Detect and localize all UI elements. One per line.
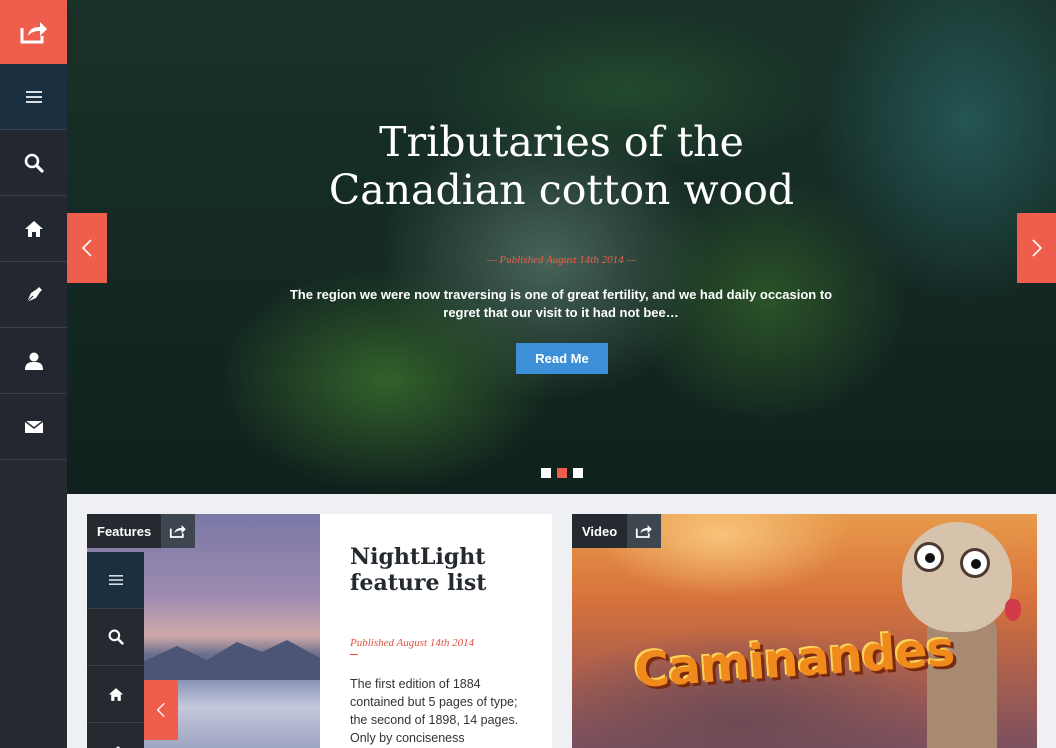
chevron-right-icon (1032, 239, 1043, 257)
share-icon (170, 525, 187, 538)
hero-slider: Tributaries of the Canadian cotton wood … (67, 0, 1056, 494)
home-icon (108, 687, 123, 701)
features-card-image[interactable] (87, 514, 320, 748)
chevron-left-icon (156, 702, 165, 718)
search-icon (108, 629, 124, 645)
divider (350, 654, 358, 655)
features-card-title[interactable]: NightLight feature list (350, 544, 530, 596)
menu-icon (108, 575, 123, 585)
sidebar-item-menu[interactable] (0, 64, 67, 130)
llama-eye-right (960, 548, 990, 578)
pen-nib-icon (115, 746, 120, 748)
features-share-button[interactable] (161, 514, 196, 548)
sidebar-item-user[interactable] (0, 328, 67, 394)
user-icon (24, 352, 43, 370)
hero-title[interactable]: Tributaries of the Canadian cotton wood (67, 118, 1056, 214)
llama-head (902, 522, 1012, 632)
hero-excerpt: The region we were now traversing is one… (289, 287, 833, 320)
video-tag-label[interactable]: Video (572, 514, 628, 548)
mini-sidebar (87, 552, 144, 748)
chevron-left-icon (81, 239, 92, 257)
pen-nib-icon (26, 286, 42, 302)
hero-title-line1: Tributaries of the (379, 118, 744, 166)
features-tag: Features (87, 514, 196, 548)
search-icon (24, 153, 44, 173)
share-icon (20, 22, 47, 44)
features-title-line2: feature list (350, 570, 487, 596)
sidebar-item-pen[interactable] (0, 262, 67, 328)
mail-icon (24, 419, 43, 433)
mini-home-button[interactable] (87, 666, 144, 723)
slider-dot-2[interactable] (557, 468, 567, 478)
features-card-text: The first edition of 1884 contained but … (350, 677, 519, 745)
video-share-button[interactable] (627, 514, 662, 548)
slider-next-button[interactable] (1017, 213, 1056, 283)
hero-background-image (67, 0, 1056, 494)
features-title-line1: NightLight (350, 544, 486, 570)
sidebar (0, 0, 67, 748)
sidebar-item-search[interactable] (0, 130, 67, 196)
hero-published-date: — Published August 14th 2014 — (486, 254, 637, 266)
llama-eye-left (914, 542, 944, 572)
sidebar-item-mail[interactable] (0, 394, 67, 460)
features-published-text: Published August 14th 2014 (350, 637, 475, 649)
home-icon (24, 220, 43, 237)
slider-dot-3[interactable] (573, 468, 583, 478)
mini-search-button[interactable] (87, 609, 144, 666)
video-tag: Video (572, 514, 662, 548)
features-card-body: NightLight feature list Published August… (350, 544, 530, 747)
slider-pagination (541, 468, 583, 478)
sidebar-item-home[interactable] (0, 196, 67, 262)
features-card: Features NightLight feature list Publish… (87, 514, 552, 748)
mini-prev-button[interactable] (144, 680, 178, 740)
slider-dot-1[interactable] (541, 468, 551, 478)
read-me-button[interactable]: Read Me (516, 343, 608, 374)
menu-icon (25, 90, 42, 103)
share-button[interactable] (0, 0, 67, 64)
hero-title-line2: Canadian cotton wood (328, 166, 795, 214)
mini-pen-button[interactable] (87, 723, 144, 748)
mini-menu-button[interactable] (87, 552, 144, 609)
share-icon (636, 525, 652, 538)
llama-tongue (1005, 599, 1021, 621)
video-card[interactable]: Caminandes Video (572, 514, 1037, 748)
features-tag-label[interactable]: Features (87, 514, 162, 548)
caminandes-logo: Caminandes (632, 620, 956, 700)
features-published-date: Published August 14th 2014 (350, 636, 530, 655)
slider-prev-button[interactable] (67, 213, 107, 283)
